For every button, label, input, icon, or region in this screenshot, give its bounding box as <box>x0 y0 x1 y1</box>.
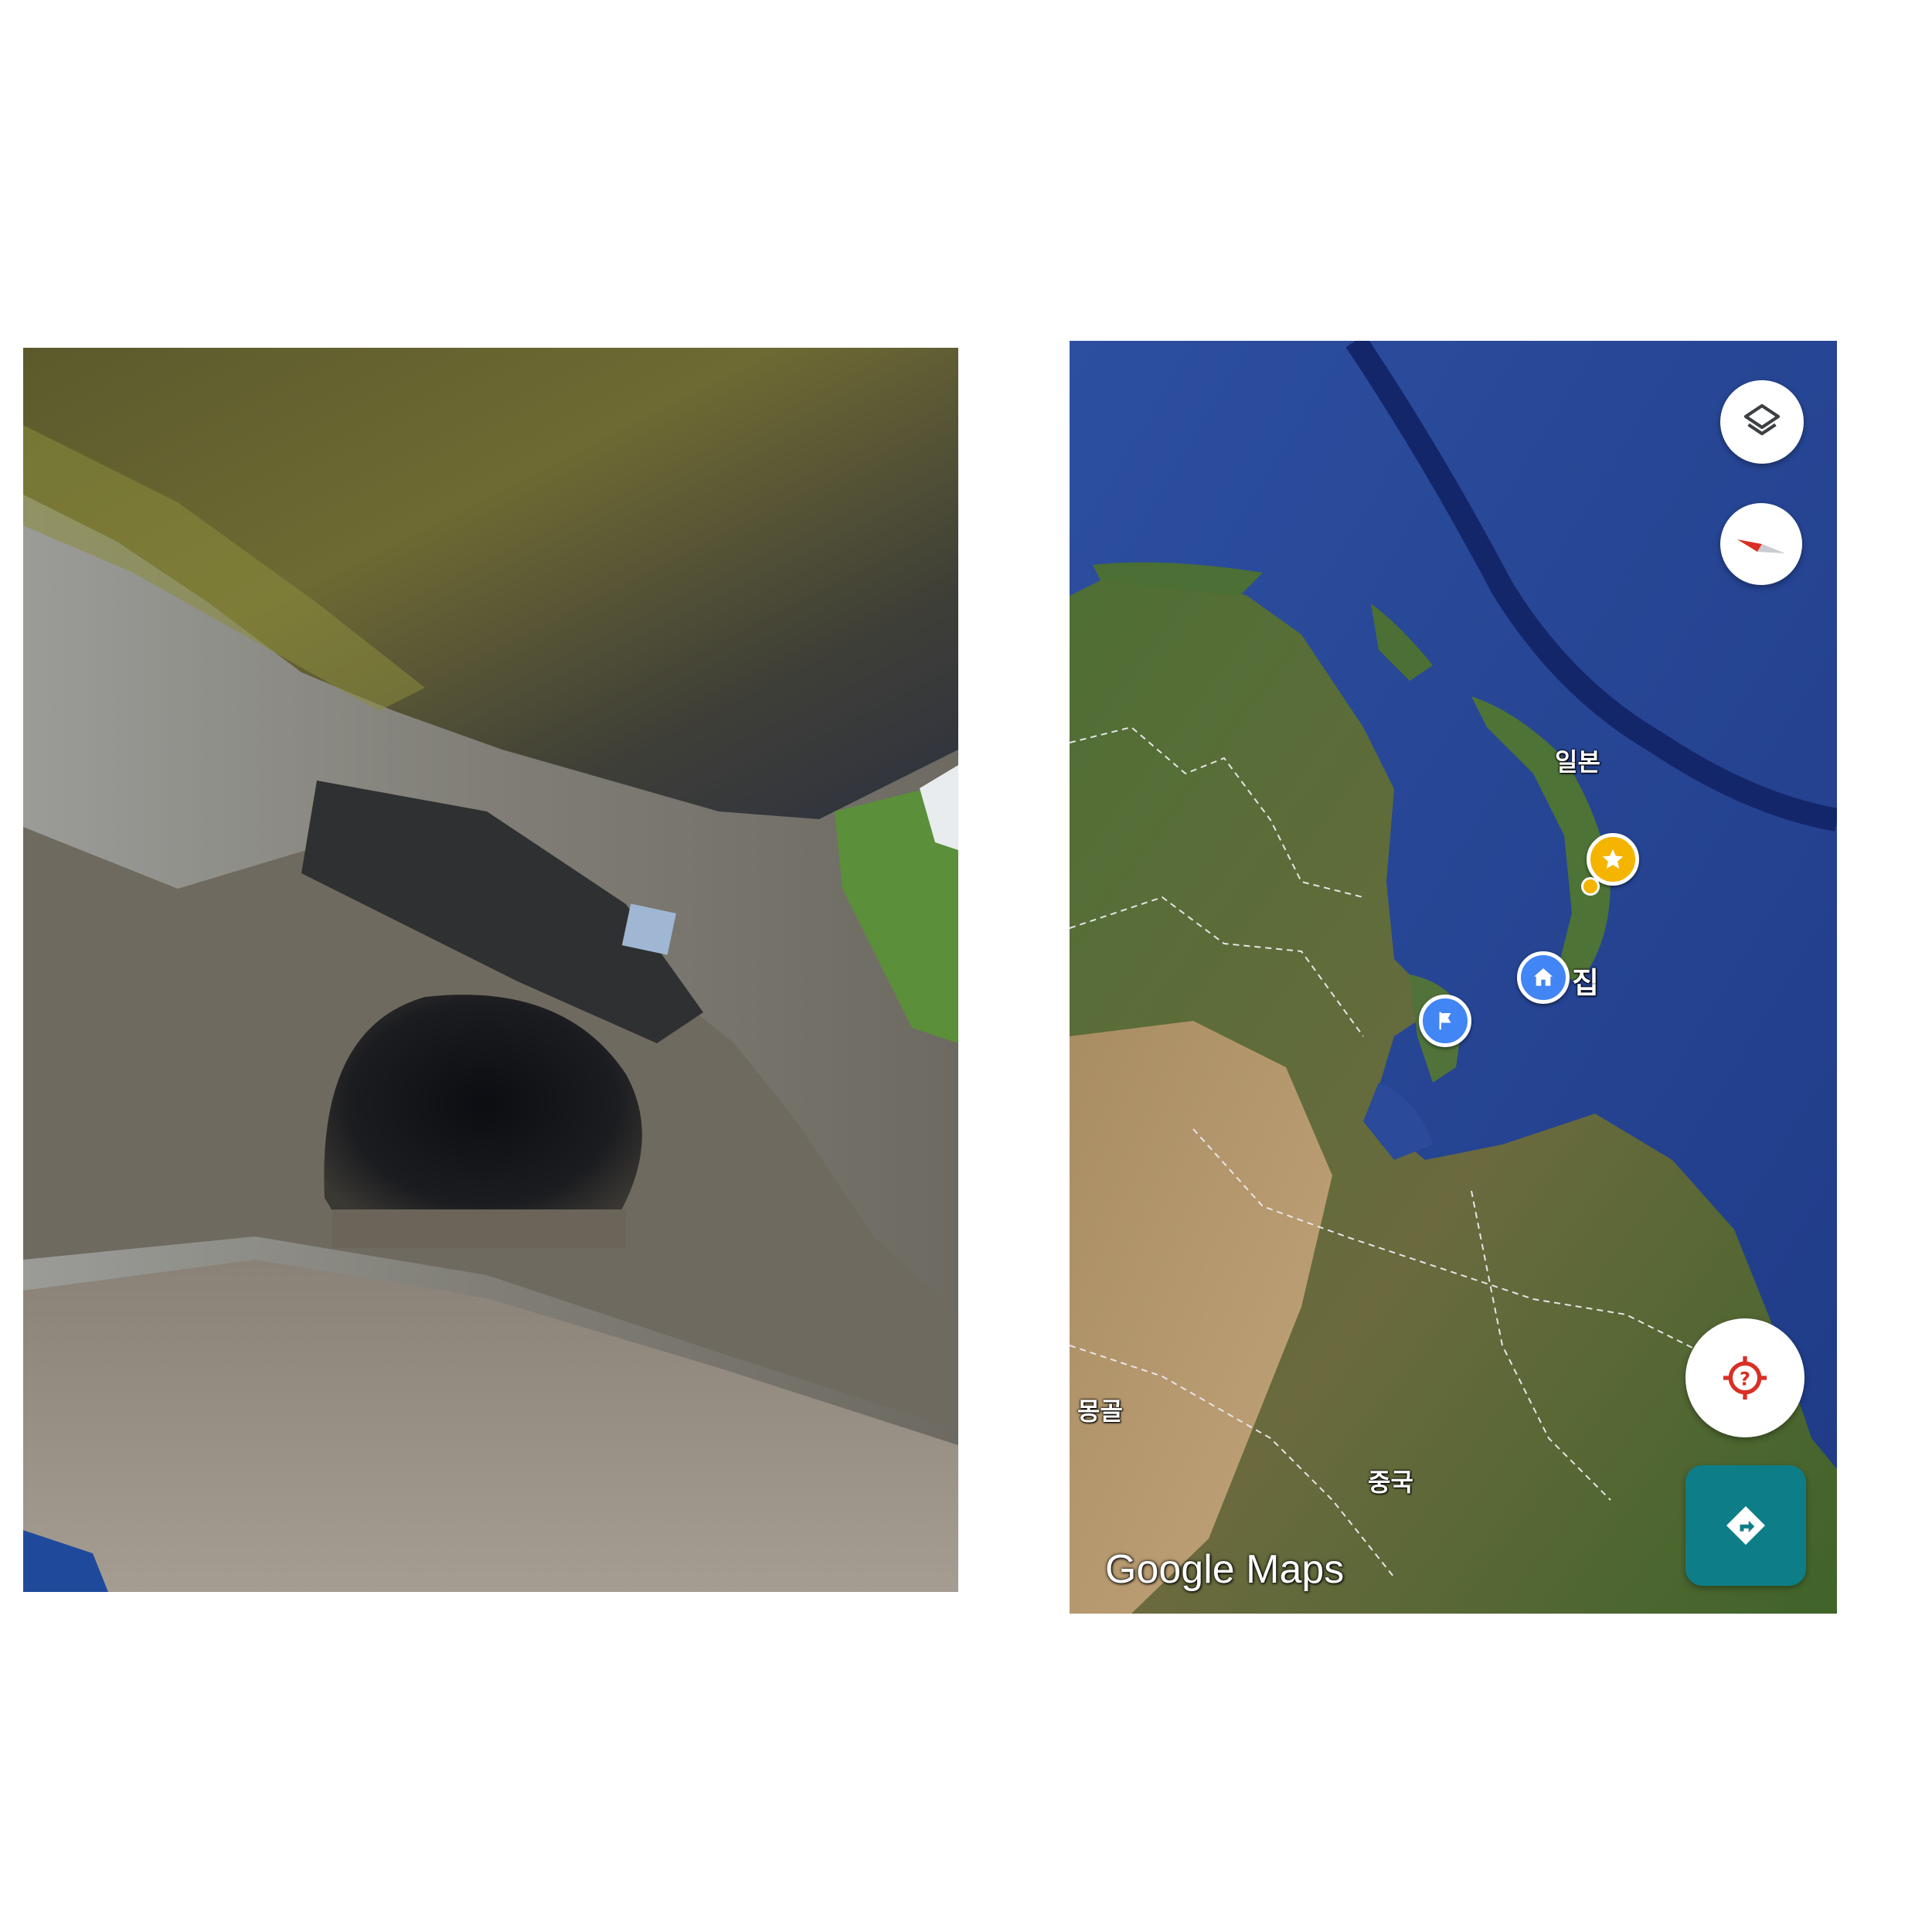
flag-icon <box>1439 1012 1451 1030</box>
compass-button[interactable] <box>1720 503 1802 585</box>
directions-icon <box>1726 1506 1765 1545</box>
map-view[interactable]: 일본 집 몽골 중국 ? Google Maps <box>1070 341 1837 1614</box>
compass-icon <box>1737 539 1785 553</box>
my-location-button[interactable]: ? <box>1685 1318 1804 1437</box>
home-icon <box>1534 968 1553 986</box>
locate-unknown-icon: ? <box>1723 1356 1767 1400</box>
map-label-china: 중국 <box>1368 1468 1413 1497</box>
directions-button[interactable] <box>1685 1465 1806 1586</box>
star-icon <box>1602 849 1624 869</box>
map-label-japan: 일본 <box>1555 747 1600 777</box>
map-label-mongolia: 몽골 <box>1077 1396 1123 1426</box>
home-pin[interactable] <box>1517 951 1570 1004</box>
cave-photo-image <box>23 348 958 1592</box>
map-label-home: 집 <box>1572 966 1599 1000</box>
google-maps-watermark: Google Maps <box>1105 1547 1345 1592</box>
layers-button[interactable] <box>1720 380 1804 464</box>
cave-photo <box>23 348 958 1592</box>
flag-pin[interactable] <box>1419 995 1471 1047</box>
layers-icon <box>1743 403 1781 436</box>
location-dot[interactable] <box>1581 877 1600 896</box>
svg-text:?: ? <box>1740 1368 1750 1389</box>
